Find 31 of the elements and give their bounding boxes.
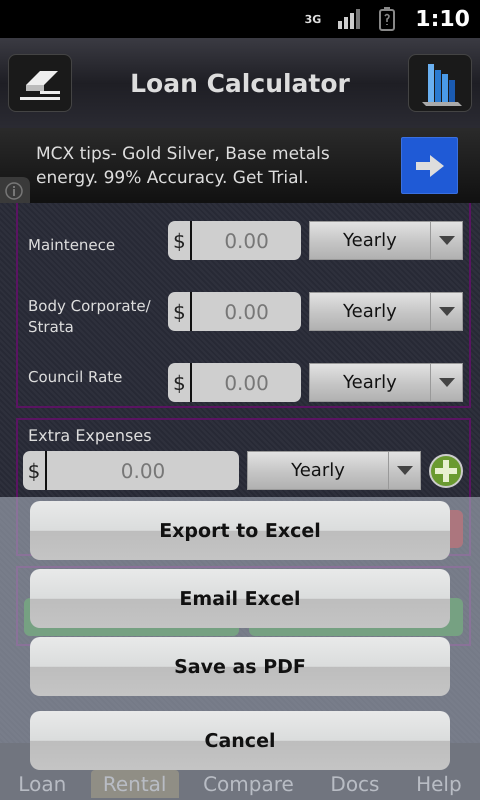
battery-icon bbox=[379, 7, 396, 31]
chart-button[interactable] bbox=[408, 54, 472, 112]
clear-button[interactable] bbox=[8, 54, 72, 112]
window-title: Loan Calculator bbox=[130, 68, 350, 98]
section-title: Extra Expenses bbox=[27, 426, 153, 445]
caret-icon bbox=[396, 466, 412, 475]
add-icon[interactable] bbox=[429, 454, 463, 488]
clock: 1:10 bbox=[415, 6, 470, 32]
network-label: 3G bbox=[304, 12, 322, 26]
period-dropdown[interactable]: Yearly bbox=[308, 292, 463, 331]
field-label: Maintenece bbox=[28, 235, 116, 256]
menu-button[interactable]: Save as PDF bbox=[30, 637, 450, 696]
period-dropdown[interactable]: Yearly bbox=[308, 363, 463, 402]
info-icon[interactable] bbox=[0, 177, 30, 203]
amount-field[interactable]: $ 0.00 bbox=[168, 292, 301, 331]
period-dropdown[interactable]: Yearly bbox=[308, 221, 463, 260]
period-dropdown[interactable]: Yearly bbox=[247, 451, 421, 490]
ad-text[interactable]: MCX tips- Gold Silver, Base metals energy. 99% Accuracy. Get Trial. bbox=[36, 142, 376, 190]
amount-field[interactable]: $ 0.00 bbox=[23, 451, 239, 490]
field-label: Body Corporate/ Strata bbox=[28, 296, 152, 338]
caret-icon bbox=[438, 236, 454, 245]
menu-button[interactable]: Export to Excel bbox=[30, 501, 450, 560]
caret-icon bbox=[438, 307, 454, 316]
ad-button[interactable] bbox=[401, 137, 458, 194]
menu-button[interactable]: Email Excel bbox=[30, 569, 450, 628]
amount-field[interactable]: $ 0.00 bbox=[168, 363, 301, 402]
menu-button[interactable]: Cancel bbox=[30, 711, 450, 770]
amount-field[interactable]: $ 0.00 bbox=[168, 221, 301, 260]
arrow-right-icon bbox=[416, 154, 444, 176]
caret-icon bbox=[438, 378, 454, 387]
field-label: Council Rate bbox=[28, 367, 124, 388]
